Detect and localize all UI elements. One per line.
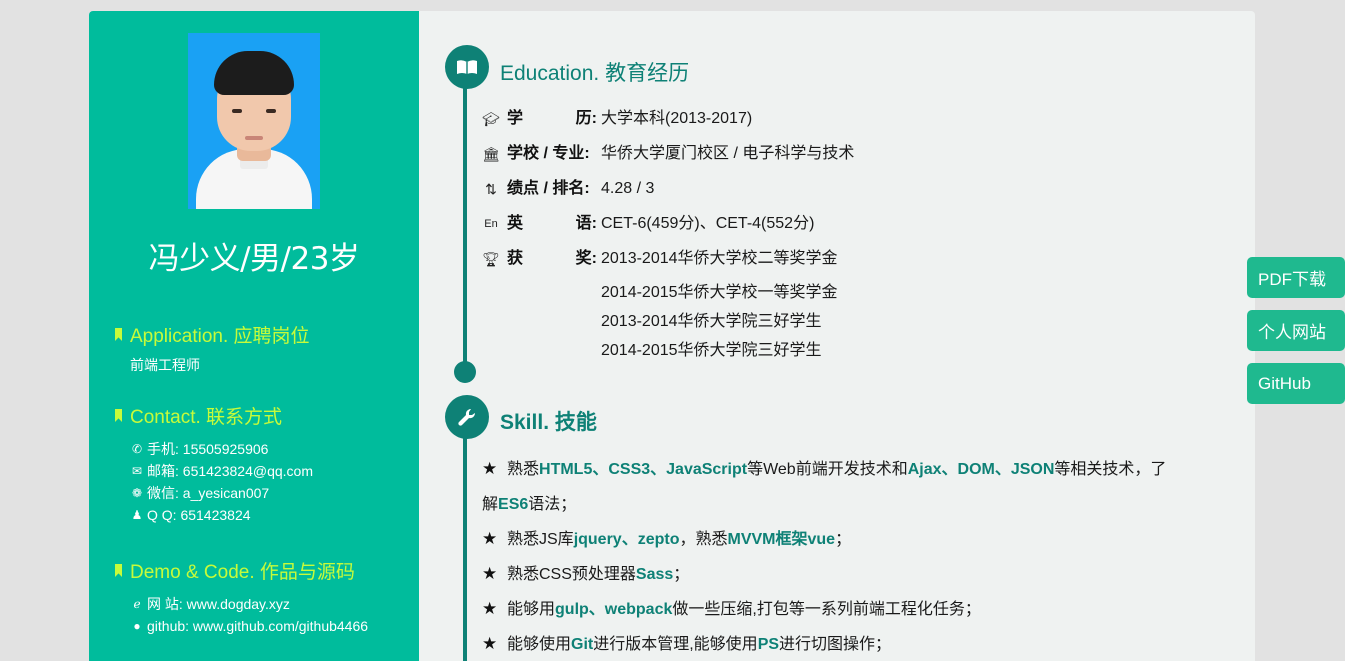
skill-title: Skill. 技能	[500, 411, 597, 434]
contact-title: Contact. 联系方式	[130, 407, 283, 428]
application-title: Application. 应聘岗位	[130, 326, 310, 347]
phone-icon: ✆	[131, 442, 143, 456]
sort-icon: ⇅	[485, 181, 497, 197]
bookmark-icon	[115, 409, 122, 422]
book-icon	[445, 45, 489, 89]
contact-wechat: ❁ 微信: a_yesican007	[130, 482, 313, 504]
profile-photo	[188, 33, 320, 209]
timeline-line	[463, 66, 467, 366]
edu-awards-row: 🏆︎ 获奖: 2013-2014华侨大学校二等奖学金 2014-2015华侨大学…	[482, 249, 838, 365]
contact-qq: ♟ Q Q: 651423824	[130, 504, 313, 526]
award-item: 2013-2014华侨大学校二等奖学金	[601, 250, 838, 267]
wrench-icon	[445, 395, 489, 439]
timeline-line	[463, 430, 467, 661]
star-icon: ★	[482, 564, 498, 583]
demo-github-link[interactable]: ● github: www.github.com/github4466	[130, 615, 368, 637]
edu-gpa-row: ⇅ 绩点 / 排名: 4.28 / 3	[482, 179, 654, 199]
timeline-dot	[454, 361, 476, 383]
demo-website-link[interactable]: ℯ 网 站: www.dogday.xyz	[130, 593, 368, 615]
language-icon: En	[484, 218, 498, 230]
demo-section: Demo & Code. 作品与源码 ℯ 网 站: www.dogday.xyz…	[115, 557, 368, 637]
pdf-download-button[interactable]: PDF下载	[1247, 257, 1345, 298]
skill-item: ★ 熟悉CSS预处理器Sass；	[482, 556, 1202, 592]
award-item: 2013-2014华侨大学院三好学生	[601, 313, 822, 330]
star-icon: ★	[482, 634, 498, 653]
github-icon: ●	[133, 619, 141, 633]
star-icon: ★	[482, 529, 498, 548]
skill-item: ★ 能够使用Git进行版本管理,能够使用PS进行切图操作；	[482, 626, 1202, 661]
skill-item: ★ 熟悉JS库jquery、zepto，熟悉MVVM框架vue；	[482, 521, 1202, 557]
education-title: Education. 教育经历	[500, 62, 690, 85]
awards-list: 2013-2014华侨大学校二等奖学金 2014-2015华侨大学校一等奖学金 …	[601, 249, 838, 365]
contact-phone: ✆ 手机: 15505925906	[130, 438, 313, 460]
skill-item: ★ 熟悉HTML5、CSS3、JavaScript等Web前端开发技术和Ajax、…	[482, 451, 1202, 522]
qq-icon: ♟	[131, 508, 143, 522]
wechat-icon: ❁	[131, 486, 143, 500]
application-section: Application. 应聘岗位 前端工程师	[115, 321, 310, 376]
contact-section: Contact. 联系方式 ✆ 手机: 15505925906 ✉ 邮箱: 65…	[115, 402, 313, 526]
personal-site-button[interactable]: 个人网站	[1247, 310, 1345, 351]
bookmark-icon	[115, 564, 122, 577]
mail-icon: ✉	[131, 464, 143, 478]
sidebar: 冯少义/男/23岁 Application. 应聘岗位 前端工程师 Contac…	[89, 11, 419, 661]
trophy-icon: 🏆︎	[482, 251, 500, 267]
award-item: 2014-2015华侨大学院三好学生	[601, 342, 822, 359]
profile-name: 冯少义/男/23岁	[148, 241, 360, 277]
edu-degree-row: 🎓︎ 学历: 大学本科(2013-2017)	[482, 110, 753, 127]
demo-title: Demo & Code. 作品与源码	[130, 562, 355, 583]
contact-email: ✉ 邮箱: 651423824@qq.com	[130, 460, 313, 482]
edu-language-row: En 英语: CET-6(459分)、CET-4(552分)	[482, 214, 814, 234]
edu-school-row: 🏛︎ 学校 / 专业: 华侨大学厦门校区 / 电子科学与技术	[482, 145, 855, 162]
skill-item: ★ 能够用gulp、webpack做一些压缩,打包等一系列前端工程化任务；	[482, 591, 1202, 627]
star-icon: ★	[482, 599, 498, 618]
bookmark-icon	[115, 328, 122, 341]
github-button[interactable]: GitHub	[1247, 363, 1345, 404]
award-item: 2014-2015华侨大学校一等奖学金	[601, 284, 838, 301]
star-icon: ★	[482, 459, 498, 478]
ie-icon: ℯ	[133, 597, 141, 611]
institution-icon: 🏛︎	[482, 146, 500, 162]
graduation-cap-icon: 🎓︎	[482, 111, 500, 127]
application-position: 前端工程师	[130, 357, 200, 373]
